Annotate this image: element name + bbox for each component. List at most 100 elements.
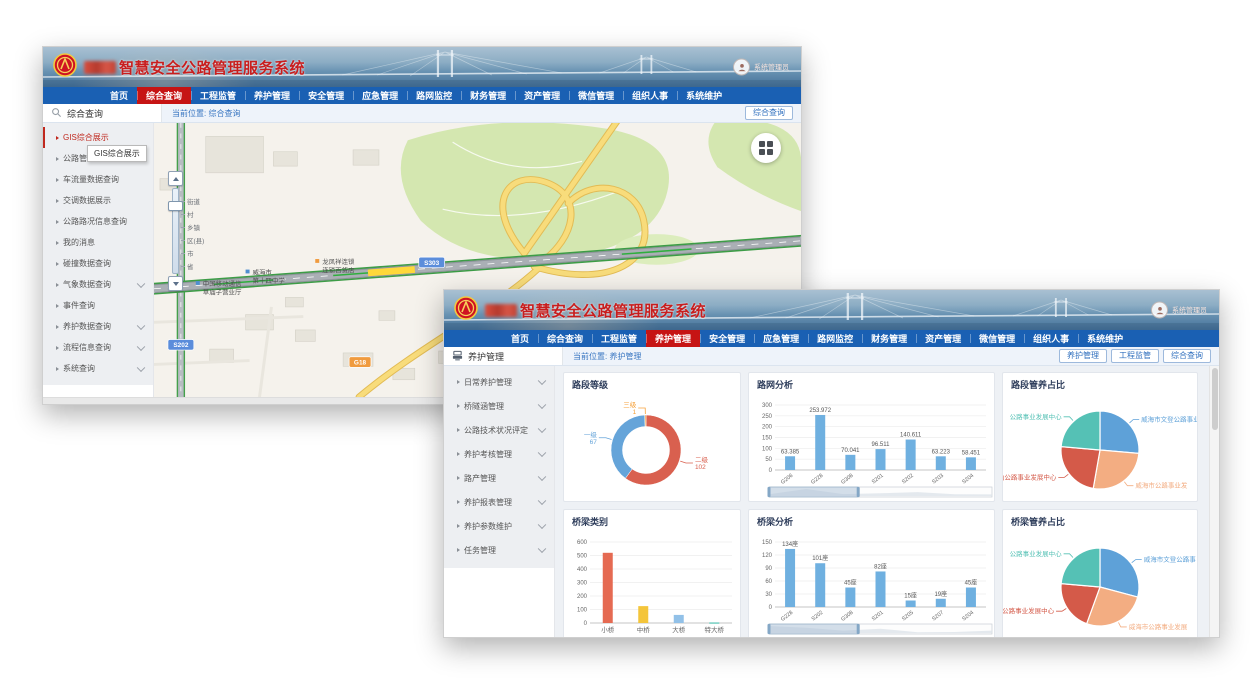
- nav-item-1[interactable]: 首页: [502, 330, 538, 347]
- admin-badge[interactable]: 系统管理员: [733, 59, 789, 76]
- sidebar-item-5[interactable]: 公路路况信息查询: [43, 211, 153, 232]
- sidebar-item-1[interactable]: 日常养护管理: [444, 370, 554, 394]
- scrollbar[interactable]: [1209, 366, 1219, 637]
- nav-item-12[interactable]: 系统维护: [1078, 330, 1132, 347]
- nav-item-8[interactable]: 财务管理: [461, 87, 515, 104]
- sidebar-item-5[interactable]: 路产管理: [444, 466, 554, 490]
- scrollbar-thumb[interactable]: [1212, 368, 1218, 430]
- sidebar-item-3[interactable]: 公路技术状况评定: [444, 418, 554, 442]
- svg-text:G228: G228: [780, 610, 794, 623]
- sidebar-item-label: 日常养护管理: [464, 377, 512, 388]
- sidebar-item-label: 系统查询: [63, 363, 95, 374]
- sidebar-item-label: GIS综合展示: [63, 132, 109, 143]
- zoom-level-label: 乡镇: [181, 222, 200, 232]
- map-zoom-track[interactable]: 街道 村 乡镇 区(县) 市 省: [172, 188, 179, 274]
- redacted-org-name: [84, 61, 116, 74]
- nav-item-11[interactable]: 组织人事: [623, 87, 677, 104]
- sidebar-item-12[interactable]: 系统查询: [43, 358, 153, 379]
- nav-item-10[interactable]: 微信管理: [569, 87, 623, 104]
- svg-text:G228: G228: [810, 473, 824, 486]
- caret-icon: [457, 428, 460, 432]
- nav-item-8[interactable]: 财务管理: [862, 330, 916, 347]
- sidebar-item-8[interactable]: 气象数据查询: [43, 274, 153, 295]
- nav-item-5[interactable]: 安全管理: [299, 87, 353, 104]
- nav-item-4[interactable]: 养护管理: [646, 330, 700, 347]
- panel-6: 桥梁管养占比威海市文登公路事威海市公路事业发展公路事业发展中心公路事业发展中心: [1002, 509, 1198, 637]
- nav-item-1[interactable]: 首页: [101, 87, 137, 104]
- nav-item-4[interactable]: 养护管理: [245, 87, 299, 104]
- chart-2[interactable]: 05010015020025030063.385G206253.972G2287…: [749, 392, 994, 500]
- nav-item-6[interactable]: 应急管理: [754, 330, 808, 347]
- sub-bar: 养护管理 当前位置: 养护管理 养护管理工程监管综合查询: [444, 347, 1219, 366]
- map-zoom-slider-handle[interactable]: [168, 201, 183, 211]
- svg-text:公路事业发展中心: 公路事业发展中心: [1003, 606, 1055, 615]
- map-zoom-in-button[interactable]: [168, 171, 183, 186]
- nav-item-10[interactable]: 微信管理: [970, 330, 1024, 347]
- nav-item-7[interactable]: 路网监控: [808, 330, 862, 347]
- panel-3: 路段管养占比威海市文登公路事业(威海市公路事业发山公路事业发展中心公路事业发展中…: [1002, 372, 1198, 502]
- sidebar-item-label: 交调数据展示: [63, 195, 111, 206]
- admin-badge-label: 系统管理员: [1172, 305, 1207, 315]
- chevron-down-icon: [538, 425, 546, 433]
- sidebar-item-9[interactable]: 事件查询: [43, 295, 153, 316]
- sidebar-item-11[interactable]: 流程信息查询: [43, 337, 153, 358]
- nav-item-5[interactable]: 安全管理: [700, 330, 754, 347]
- nav-item-3[interactable]: 工程监管: [191, 87, 245, 104]
- nav-item-7[interactable]: 路网监控: [407, 87, 461, 104]
- svg-text:S202: S202: [901, 473, 915, 486]
- sidebar-item-7[interactable]: 养护参数维护: [444, 514, 554, 538]
- svg-text:公路事业发展中心: 公路事业发展中心: [1010, 549, 1062, 558]
- poi-school: 威海市: [253, 268, 273, 277]
- sidebar-item-6[interactable]: 养护报表管理: [444, 490, 554, 514]
- chart-6[interactable]: 威海市文登公路事威海市公路事业发展公路事业发展中心公路事业发展中心: [1003, 529, 1197, 637]
- chevron-down-icon: [137, 363, 145, 371]
- panel-title: 桥梁分析: [749, 510, 994, 529]
- svg-text:一级: 一级: [584, 430, 598, 439]
- quick-button-2[interactable]: 工程监管: [1111, 349, 1159, 363]
- caret-icon: [457, 404, 460, 408]
- map-zoom-out-button[interactable]: [168, 276, 183, 291]
- sidebar-item-4[interactable]: 交调数据展示: [43, 190, 153, 211]
- gis-tooltip: GIS综合展示: [87, 145, 147, 162]
- admin-badge[interactable]: 系统管理员: [1151, 302, 1207, 319]
- main-nav: 首页综合查询工程监管养护管理安全管理应急管理路网监控财务管理资产管理微信管理组织…: [444, 330, 1219, 347]
- nav-item-11[interactable]: 组织人事: [1024, 330, 1078, 347]
- chart-4[interactable]: 0100200300400500600小桥中桥大桥特大桥: [564, 529, 740, 637]
- nav-item-2[interactable]: 综合查询: [538, 330, 592, 347]
- panel-4: 桥梁类别0100200300400500600小桥中桥大桥特大桥: [563, 509, 741, 637]
- sidebar-item-label: 养护考核管理: [464, 449, 512, 460]
- nav-item-12[interactable]: 系统维护: [677, 87, 731, 104]
- quick-button-1[interactable]: 养护管理: [1059, 349, 1107, 363]
- sidebar-item-4[interactable]: 养护考核管理: [444, 442, 554, 466]
- svg-text:特大桥: 特大桥: [705, 625, 725, 634]
- quick-button-1[interactable]: 综合查询: [745, 106, 793, 120]
- svg-text:45座: 45座: [844, 579, 857, 587]
- nav-item-9[interactable]: 资产管理: [515, 87, 569, 104]
- nav-item-3[interactable]: 工程监管: [592, 330, 646, 347]
- svg-text:1: 1: [633, 409, 637, 416]
- sidebar-item-7[interactable]: 碰撞数据查询: [43, 253, 153, 274]
- nav-item-2[interactable]: 综合查询: [137, 87, 191, 104]
- nav-item-9[interactable]: 资产管理: [916, 330, 970, 347]
- svg-text:82座: 82座: [874, 562, 887, 570]
- quick-button-3[interactable]: 综合查询: [1163, 349, 1211, 363]
- sidebar-menu: GIS综合展示公路管养数据查询车流量数据查询交调数据展示公路路况信息查询我的消息…: [43, 123, 153, 385]
- sidebar-item-10[interactable]: 养护数据查询: [43, 316, 153, 337]
- map-layers-grid-button[interactable]: [751, 133, 781, 163]
- sidebar-item-6[interactable]: 我的消息: [43, 232, 153, 253]
- svg-text:G308: G308: [840, 610, 854, 623]
- svg-text:45座: 45座: [965, 579, 978, 587]
- nav-item-6[interactable]: 应急管理: [353, 87, 407, 104]
- svg-text:100: 100: [762, 446, 773, 452]
- zoom-level-label: 市: [181, 248, 194, 258]
- svg-text:S204: S204: [961, 473, 975, 486]
- svg-text:253.972: 253.972: [809, 408, 831, 414]
- chart-1[interactable]: 二级102一级67三级1: [564, 392, 740, 500]
- svg-text:63.223: 63.223: [932, 449, 951, 455]
- sidebar-item-3[interactable]: 车流量数据查询: [43, 169, 153, 190]
- chart-3[interactable]: 威海市文登公路事业(威海市公路事业发山公路事业发展中心公路事业发展中心: [1003, 392, 1197, 500]
- sidebar-item-2[interactable]: 桥隧涵管理: [444, 394, 554, 418]
- sidebar-item-8[interactable]: 任务管理: [444, 538, 554, 562]
- chart-5[interactable]: 0306090120150134座G228101座S20245座G30882座S…: [749, 529, 994, 637]
- svg-text:威海市公路事业发展: 威海市公路事业发展: [1129, 622, 1188, 631]
